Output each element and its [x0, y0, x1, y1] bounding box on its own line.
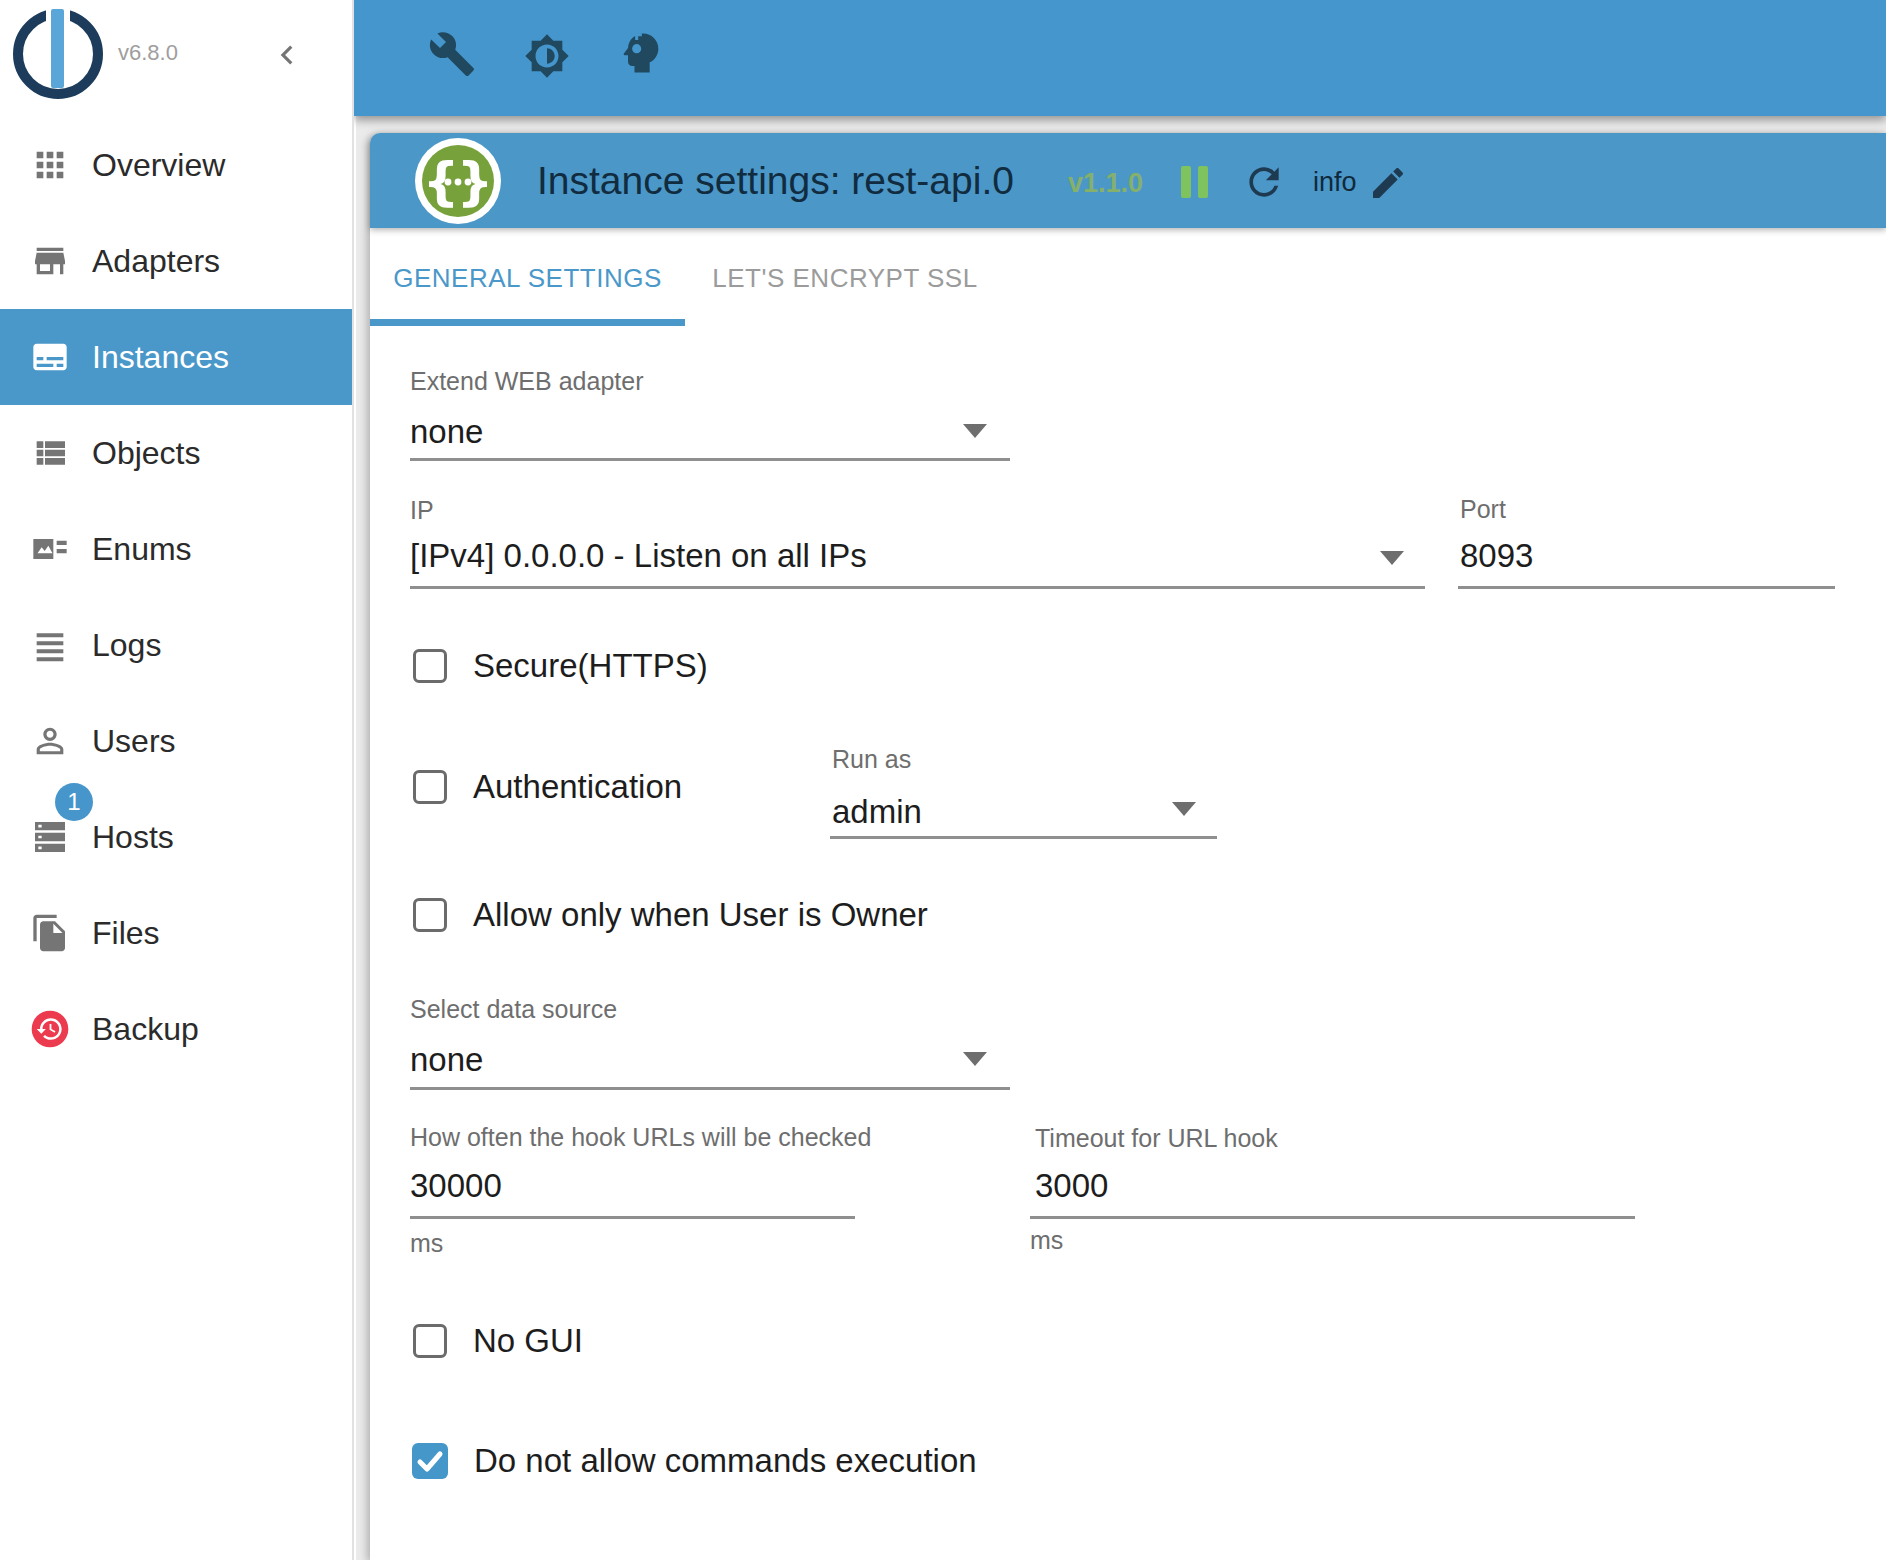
instance-settings-title: Instance settings: rest-api.0	[537, 133, 1014, 228]
ip-dropdown-icon[interactable]	[1380, 551, 1404, 565]
users-icon	[28, 719, 72, 763]
run-as-dropdown-icon[interactable]	[1172, 802, 1196, 816]
instance-version: v1.1.0	[1068, 133, 1143, 234]
secure-https-checkbox-row[interactable]: Secure(HTTPS)	[413, 647, 708, 685]
hook-interval-underline	[410, 1216, 855, 1219]
port-label: Port	[1460, 495, 1506, 524]
run-as-select[interactable]: admin	[832, 792, 922, 832]
extend-web-adapter-select[interactable]: none	[410, 412, 483, 452]
tab-general-settings[interactable]: GENERAL SETTINGS	[370, 230, 685, 326]
sidebar-item-hosts[interactable]: Hosts	[0, 789, 352, 885]
run-as-underline	[830, 836, 1217, 839]
app-version: v6.8.0	[118, 40, 178, 66]
svg-text:{: {	[422, 151, 459, 211]
extend-web-adapter-label: Extend WEB adapter	[410, 367, 643, 396]
backup-icon	[28, 1007, 72, 1051]
hook-timeout-label: Timeout for URL hook	[1035, 1124, 1278, 1153]
sidebar-item-instances[interactable]: Instances	[0, 309, 352, 405]
page: v6.8.0 Overview Adapters Instances Objec	[0, 0, 1886, 1560]
ip-underline	[410, 586, 1425, 589]
sidebar-item-adapters[interactable]: Adapters	[0, 213, 352, 309]
sidebar: v6.8.0 Overview Adapters Instances Objec	[0, 0, 354, 1560]
objects-icon	[28, 431, 72, 475]
expert-mode-button[interactable]	[615, 27, 667, 79]
authentication-checkbox-row[interactable]: Authentication	[413, 768, 682, 806]
topbar	[354, 0, 1886, 116]
logs-icon	[28, 623, 72, 667]
no-gui-checkbox[interactable]	[413, 1324, 447, 1358]
extend-web-adapter-underline	[410, 458, 1010, 461]
pause-instance-button[interactable]	[1181, 166, 1211, 198]
data-source-dropdown-icon[interactable]	[963, 1052, 987, 1066]
adapters-icon	[28, 239, 72, 283]
extend-web-adapter-dropdown-icon[interactable]	[963, 424, 987, 438]
info-link[interactable]: info	[1313, 133, 1357, 231]
collapse-sidebar-icon[interactable]	[268, 36, 306, 74]
svg-text:}: }	[456, 151, 493, 211]
rest-api-adapter-icon: { }	[415, 138, 501, 224]
hosts-badge: 1	[55, 783, 93, 821]
allow-owner-checkbox[interactable]	[413, 898, 447, 932]
no-commands-checkbox[interactable]	[412, 1443, 448, 1479]
data-source-underline	[410, 1087, 1010, 1090]
sidebar-item-files[interactable]: Files	[0, 885, 352, 981]
no-gui-checkbox-row[interactable]: No GUI	[413, 1322, 583, 1360]
hook-interval-unit: ms	[410, 1229, 443, 1258]
sidebar-item-overview[interactable]: Overview	[0, 117, 352, 213]
ip-label: IP	[410, 496, 434, 525]
sidebar-item-backup[interactable]: Backup	[0, 981, 352, 1077]
overview-icon	[28, 143, 72, 187]
no-commands-checkbox-row[interactable]: Do not allow commands execution	[412, 1442, 977, 1480]
allow-owner-checkbox-row[interactable]: Allow only when User is Owner	[413, 896, 928, 934]
data-source-label: Select data source	[410, 995, 617, 1024]
files-icon	[28, 911, 72, 955]
instances-icon	[28, 335, 72, 379]
tab-lets-encrypt-ssl[interactable]: LET'S ENCRYPT SSL	[685, 230, 1005, 326]
hosts-icon	[28, 815, 72, 859]
sidebar-item-enums[interactable]: Enums	[0, 501, 352, 597]
ip-select[interactable]: [IPv4] 0.0.0.0 - Listen on all IPs	[410, 536, 867, 576]
data-source-select[interactable]: none	[410, 1040, 483, 1080]
run-as-label: Run as	[832, 745, 911, 774]
system-settings-button[interactable]	[428, 30, 476, 78]
theme-toggle-button[interactable]	[524, 33, 570, 79]
sidebar-item-logs[interactable]: Logs	[0, 597, 352, 693]
authentication-checkbox[interactable]	[413, 770, 447, 804]
port-underline	[1458, 586, 1835, 589]
hook-timeout-underline	[1030, 1216, 1635, 1219]
secure-https-checkbox[interactable]	[413, 649, 447, 683]
settings-card	[370, 133, 1886, 1560]
port-input[interactable]: 8093	[1460, 536, 1533, 576]
hook-timeout-input[interactable]: 3000	[1035, 1166, 1108, 1206]
iobroker-logo	[12, 8, 104, 100]
enums-icon	[28, 527, 72, 571]
edit-icon[interactable]	[1368, 163, 1408, 203]
hook-interval-input[interactable]: 30000	[410, 1166, 502, 1206]
sidebar-item-users[interactable]: Users	[0, 693, 352, 789]
sidebar-item-objects[interactable]: Objects	[0, 405, 352, 501]
hook-timeout-unit: ms	[1030, 1226, 1063, 1255]
active-tab-indicator	[370, 319, 685, 326]
hook-interval-label: How often the hook URLs will be checked	[410, 1123, 871, 1152]
restart-instance-button[interactable]	[1242, 160, 1286, 204]
